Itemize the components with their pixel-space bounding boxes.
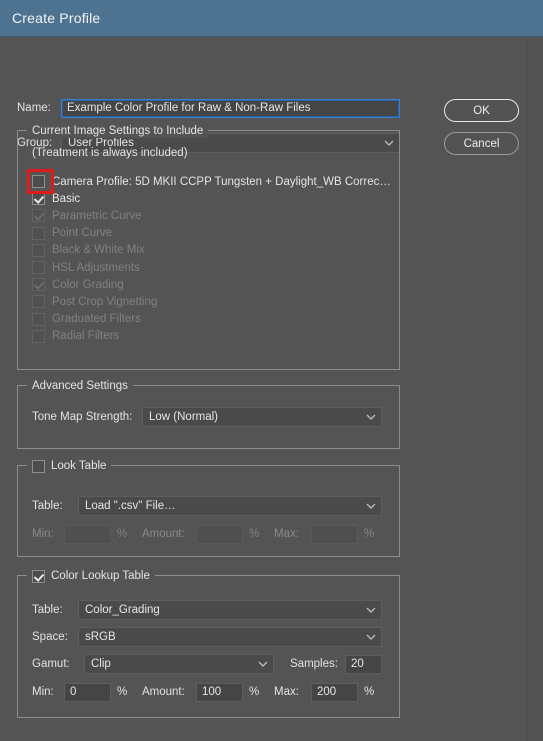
clt-space-label: Space: <box>32 631 68 643</box>
color-lookup-table-group: Color Lookup Table Table: Color_Grading … <box>17 569 400 718</box>
look-table-min-input[interactable] <box>64 525 111 544</box>
chevron-down-icon <box>366 501 376 510</box>
look-table-amount-input[interactable] <box>196 525 243 544</box>
look-table-amount-label: Amount: <box>142 528 185 540</box>
look-table-max-percent: % <box>364 528 375 540</box>
clt-gamut-dropdown[interactable]: Clip <box>84 654 274 674</box>
setting-checkbox-label: Radial Filters <box>52 330 120 343</box>
clt-min-percent: % <box>117 686 128 698</box>
setting-checkbox <box>32 226 45 240</box>
clt-amount-percent: % <box>249 686 260 698</box>
setting-checkbox-label: Basic <box>52 192 81 205</box>
setting-checkbox-row: HSL Adjustments <box>32 259 140 276</box>
create-profile-dialog: Create Profile Name: Example Color Profi… <box>0 0 543 741</box>
setting-checkbox-label: Camera Profile: 5D MKII CCPP Tungsten + … <box>52 175 391 188</box>
setting-checkbox <box>32 295 45 309</box>
setting-checkbox-row: Graduated Filters <box>32 311 141 328</box>
clt-max-label: Max: <box>274 686 299 698</box>
setting-checkbox-row: Color Grading <box>32 276 124 293</box>
clt-table-value: Color_Grading <box>85 604 160 616</box>
advanced-settings-legend: Advanced Settings <box>27 379 133 393</box>
current-image-settings-group: Current Image Settings to Include (Treat… <box>17 124 400 370</box>
setting-checkbox <box>32 261 45 274</box>
chevron-down-icon <box>366 605 376 614</box>
setting-checkbox-row: Post Crop Vignetting <box>32 293 157 310</box>
tone-map-strength-label: Tone Map Strength: <box>32 411 133 423</box>
clt-gamut-label: Gamut: <box>32 658 70 670</box>
profile-name-input[interactable]: Example Color Profile for Raw & Non-Raw … <box>61 99 400 118</box>
setting-checkbox-label: Parametric Curve <box>52 209 142 222</box>
setting-checkbox-row[interactable]: Basic <box>32 190 80 207</box>
setting-checkbox-row[interactable]: Camera Profile: 5D MKII CCPP Tungsten + … <box>32 173 391 190</box>
setting-checkbox <box>32 209 45 223</box>
clt-max-input[interactable]: 200 <box>311 683 358 702</box>
color-lookup-table-legend-label: Color Lookup Table <box>51 570 150 582</box>
look-table-legend-label: Look Table <box>51 460 107 472</box>
setting-checkbox-label: Point Curve <box>52 227 113 240</box>
look-table-value: Load ".csv" File… <box>85 500 176 512</box>
look-table-max-label: Max: <box>274 528 299 540</box>
advanced-settings-group: Advanced Settings Tone Map Strength: Low… <box>17 379 400 449</box>
setting-checkbox[interactable] <box>32 175 45 188</box>
clt-space-dropdown[interactable]: sRGB <box>78 627 382 647</box>
clt-samples-input[interactable]: 20 <box>345 655 382 674</box>
clt-samples-label: Samples: <box>290 658 338 670</box>
setting-checkbox-label: Post Crop Vignetting <box>52 295 158 308</box>
tone-map-strength-dropdown[interactable]: Low (Normal) <box>142 407 382 427</box>
setting-checkbox-row: Black & White Mix <box>32 242 145 259</box>
ok-button[interactable]: OK <box>444 99 519 122</box>
tone-map-strength-value: Low (Normal) <box>149 411 219 423</box>
setting-checkbox-label: Graduated Filters <box>52 313 141 326</box>
look-table-dropdown[interactable]: Load ".csv" File… <box>78 496 382 516</box>
clt-table-dropdown[interactable]: Color_Grading <box>78 600 382 620</box>
clt-min-label: Min: <box>32 686 54 698</box>
dialog-title: Create Profile <box>12 10 101 26</box>
look-table-max-input[interactable] <box>311 525 358 544</box>
setting-checkbox[interactable] <box>32 192 45 206</box>
current-image-settings-legend: Current Image Settings to Include <box>27 124 209 138</box>
setting-checkbox <box>32 312 45 326</box>
chevron-down-icon <box>366 632 376 641</box>
treatment-note: (Treatment is always included) <box>32 147 188 159</box>
chevron-down-icon <box>258 659 268 668</box>
setting-checkbox <box>32 243 45 257</box>
name-label: Name: <box>17 102 51 114</box>
look-table-min-percent: % <box>117 528 128 540</box>
clt-table-label: Table: <box>32 604 63 616</box>
setting-checkbox-row: Parametric Curve <box>32 207 141 224</box>
look-table-checkbox[interactable] <box>32 459 45 473</box>
setting-checkbox <box>32 278 45 292</box>
dialog-titlebar: Create Profile <box>0 0 543 37</box>
setting-checkbox-label: Color Grading <box>52 278 124 291</box>
clt-gamut-value: Clip <box>91 658 111 670</box>
clt-space-value: sRGB <box>85 631 116 643</box>
dialog-body: Name: Example Color Profile for Raw & No… <box>0 38 527 741</box>
clt-max-percent: % <box>364 686 375 698</box>
clt-amount-input[interactable]: 100 <box>196 683 243 702</box>
window-right-edge <box>528 38 543 741</box>
look-table-amount-percent: % <box>249 528 260 540</box>
cancel-button[interactable]: Cancel <box>444 132 519 155</box>
color-lookup-table-legend[interactable]: Color Lookup Table <box>27 569 155 583</box>
look-table-legend[interactable]: Look Table <box>27 459 112 473</box>
setting-checkbox <box>32 329 45 343</box>
chevron-down-icon <box>366 412 376 421</box>
look-table-table-label: Table: <box>32 500 63 512</box>
setting-checkbox-row: Radial Filters <box>32 328 119 345</box>
setting-checkbox-row: Point Curve <box>32 225 112 242</box>
look-table-min-label: Min: <box>32 528 54 540</box>
look-table-group: Look Table Table: Load ".csv" File… Min:… <box>17 459 400 557</box>
clt-min-input[interactable]: 0 <box>64 683 111 702</box>
setting-checkbox-label: HSL Adjustments <box>52 261 140 274</box>
setting-checkbox-label: Black & White Mix <box>52 244 145 257</box>
clt-amount-label: Amount: <box>142 686 185 698</box>
color-lookup-table-checkbox[interactable] <box>32 569 45 583</box>
